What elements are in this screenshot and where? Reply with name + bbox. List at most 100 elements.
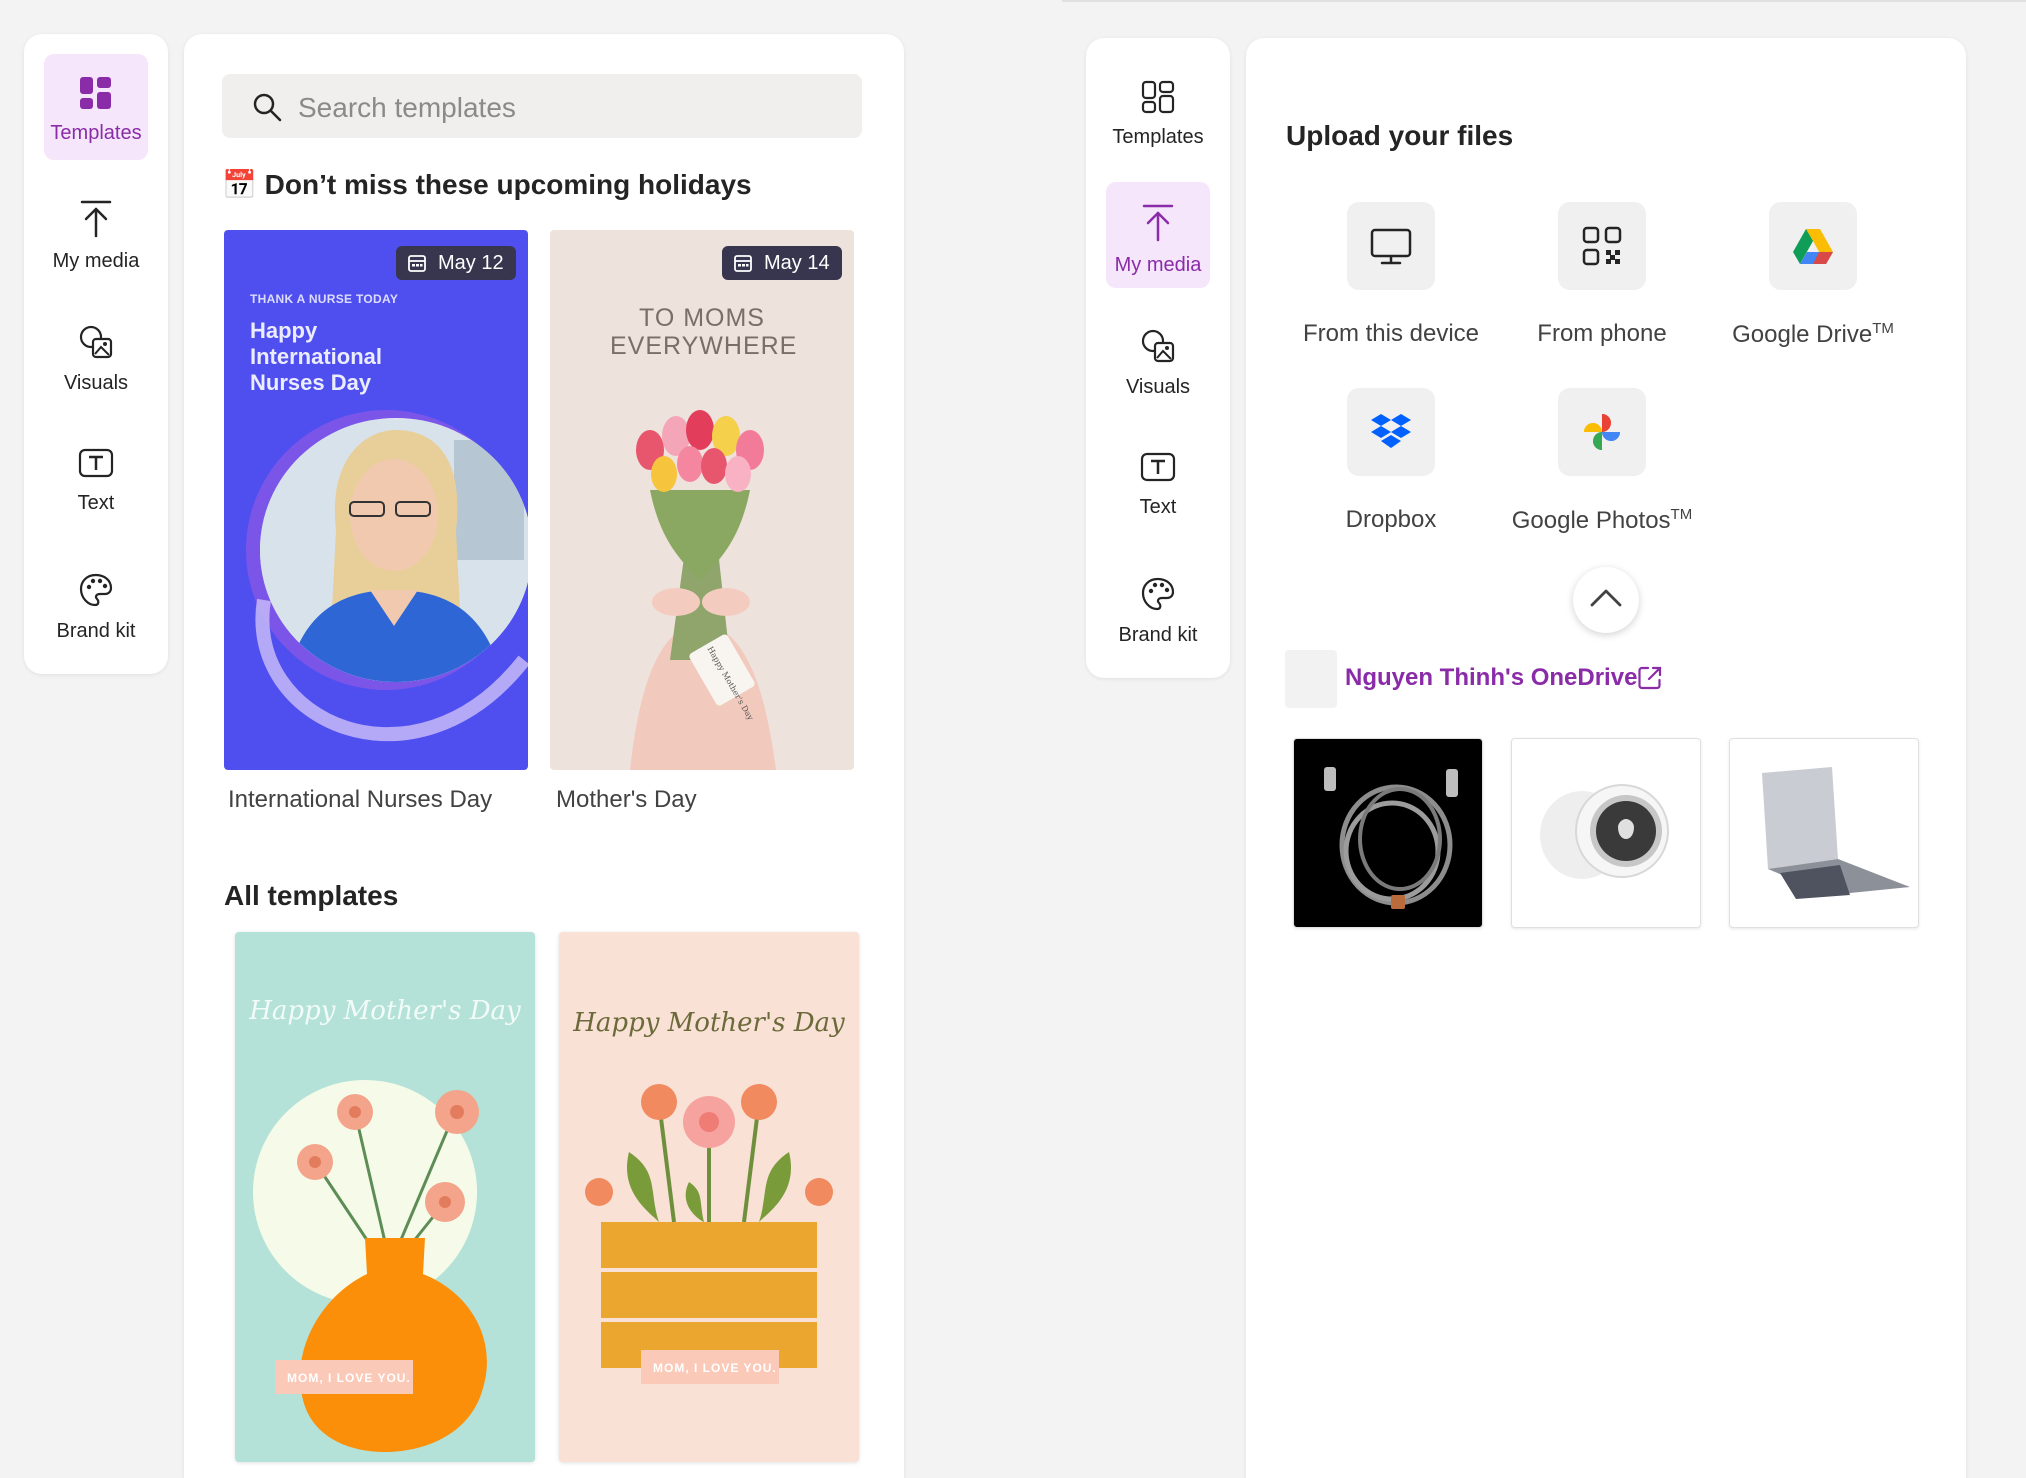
source-dropbox[interactable]: Dropbox [1286, 388, 1496, 534]
card-script-title: Happy Mother's Day [573, 1008, 845, 1038]
rail-item-my-media[interactable]: My media [1106, 182, 1210, 288]
source-tile [1347, 388, 1435, 476]
calendar-emoji-icon: 📅 [222, 169, 257, 200]
card-script-title: Happy Mother's Day [249, 996, 521, 1026]
rail-item-brand-kit[interactable]: Brand kit [44, 550, 148, 656]
upload-icon [80, 200, 112, 238]
open-external-icon[interactable] [1636, 664, 1664, 692]
rail-item-my-media[interactable]: My media [44, 178, 148, 284]
palette-icon [79, 573, 113, 607]
source-label: Google Drive [1732, 321, 1873, 348]
template-card[interactable]: Happy Mother's Day MOM, I LOVE YOU. [235, 932, 535, 1462]
media-thumbnail-laptop-stand[interactable] [1729, 738, 1919, 928]
trademark-mark: TM [1872, 320, 1894, 337]
templates-icon [1141, 80, 1175, 114]
source-from-device[interactable]: From this device [1286, 202, 1496, 348]
source-google-drive[interactable]: Google DriveTM [1708, 202, 1918, 349]
calendar-icon [734, 255, 752, 272]
rail-item-label: Text [1139, 496, 1177, 518]
text-icon [78, 448, 114, 478]
templates-panel: Search templates 📅 Don’t miss these upco… [184, 34, 904, 1478]
source-label: From phone [1537, 320, 1667, 347]
card-caption: International Nurses Day [228, 786, 493, 813]
usb-cable-image [1324, 767, 1458, 909]
rail-item-label: Templates [1112, 126, 1204, 148]
search-placeholder: Search templates [298, 92, 516, 123]
all-templates-title: All templates [224, 880, 399, 911]
source-tile [1558, 202, 1646, 290]
google-photos-icon [1584, 414, 1620, 450]
text-icon [1140, 452, 1176, 482]
rail-item-visuals[interactable]: Visuals [44, 302, 148, 408]
rail-item-visuals[interactable]: Visuals [1106, 306, 1210, 412]
media-thumbnail-usb-cable[interactable] [1293, 738, 1483, 928]
search-input[interactable]: Search templates [222, 74, 862, 138]
rail-item-text[interactable]: Text [44, 426, 148, 532]
rail-item-brand-kit[interactable]: Brand kit [1106, 554, 1210, 660]
source-label-row: Google PhotosTM [1497, 506, 1707, 535]
chevron-up-icon [1590, 589, 1622, 607]
source-google-photos[interactable]: Google PhotosTM [1497, 388, 1707, 535]
onedrive-label: Nguyen Thinh's OneDrive [1345, 664, 1638, 691]
search-icon [253, 93, 282, 122]
upload-title: Upload your files [1286, 120, 1514, 151]
rail-item-label: My media [52, 250, 140, 272]
source-label: Dropbox [1345, 506, 1437, 533]
tulip-bouquet-image: Happy Mother's Day [630, 410, 776, 770]
template-card[interactable]: Happy Mother's Day MOM, I LOVE YOU. [559, 932, 859, 1462]
rail-item-label: Brand kit [1118, 624, 1198, 646]
holiday-card-nurses-day[interactable]: THANK A NURSE TODAY Happy International … [224, 230, 528, 770]
date-badge-label: May 14 [764, 252, 830, 274]
orange-vase-flowers-image: MOM, I LOVE YOU. [253, 1080, 487, 1452]
source-tile [1558, 388, 1646, 476]
dropbox-icon [1371, 414, 1411, 448]
flower-crate-image: MOM, I LOVE YOU. [585, 1084, 833, 1384]
upload-icon [1142, 204, 1174, 242]
rail-item-templates[interactable]: Templates [44, 54, 148, 160]
trademark-mark: TM [1670, 506, 1693, 523]
monitor-icon [1370, 228, 1412, 265]
qr-code-icon [1582, 226, 1622, 266]
rail-item-templates[interactable]: Templates [1106, 58, 1210, 164]
templates-icon [80, 77, 111, 109]
card-headline: Happy International Nurses Day [250, 318, 383, 395]
card-kicker: THANK A NURSE TODAY [250, 292, 399, 306]
card-tag-text: MOM, I LOVE YOU. [287, 1371, 411, 1385]
airtag-image [1540, 784, 1669, 879]
holidays-title: Don’t miss these upcoming holidays [264, 169, 752, 200]
card-caption: Mother's Day [556, 786, 697, 813]
visuals-icon [1141, 329, 1175, 363]
date-badge: May 14 [722, 246, 842, 280]
rail-item-label: Visuals [1125, 376, 1191, 398]
source-label: From this device [1302, 320, 1480, 347]
calendar-icon [408, 255, 426, 272]
rail-item-label: My media [1114, 254, 1202, 276]
nurse-portrait-image [246, 410, 528, 742]
source-tile [1347, 202, 1435, 290]
source-from-phone[interactable]: From phone [1497, 202, 1707, 348]
media-thumbnail-airtag[interactable] [1511, 738, 1701, 928]
palette-icon [1141, 577, 1175, 611]
rail-item-text[interactable]: Text [1106, 430, 1210, 536]
rail-item-label: Templates [50, 122, 142, 144]
date-badge: May 12 [396, 246, 516, 280]
rail-item-label: Brand kit [56, 620, 136, 642]
collapse-sources-button[interactable] [1573, 567, 1639, 633]
source-tile [1769, 202, 1857, 290]
left-nav-rail: Templates My media Visuals Text Brand ki… [24, 34, 168, 674]
rail-item-label: Visuals [63, 372, 129, 394]
date-badge-label: May 12 [438, 252, 504, 274]
rail-item-label: Text [77, 492, 115, 514]
holidays-title-row: 📅 Don’t miss these upcoming holidays [222, 168, 752, 201]
card-tag-text: MOM, I LOVE YOU. [653, 1361, 777, 1375]
google-drive-icon [1793, 229, 1833, 264]
top-divider [1062, 0, 2026, 2]
right-nav-rail: Templates My media Visuals Text Brand ki… [1086, 38, 1230, 678]
source-label: Google Photos [1511, 507, 1671, 534]
card-headline: TO MOMS EVERYWHERE [610, 304, 798, 360]
laptop-stand-image [1762, 767, 1910, 899]
avatar [1285, 650, 1337, 708]
holiday-card-mothers-day[interactable]: TO MOMS EVERYWHERE Happy Mother's Day Ma… [550, 230, 854, 770]
visuals-icon [79, 325, 113, 359]
source-label-row: Google DriveTM [1708, 320, 1918, 349]
